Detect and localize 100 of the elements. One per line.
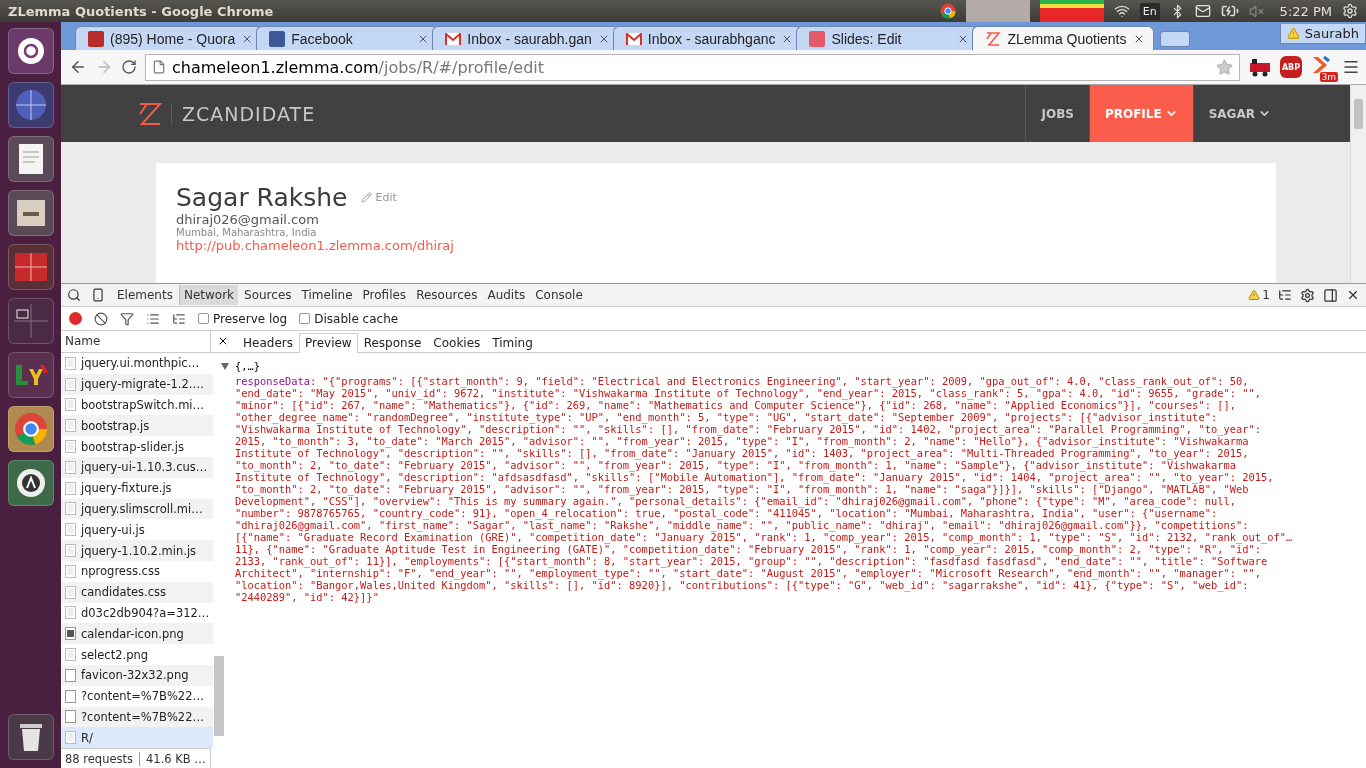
favicon-icon: [269, 30, 286, 47]
code-line: Development", "CSS"], "overview": "This is my summary again.", "personal_details": {"email_id": "dhiraj026@gmail.com", "phone": {"type": "M", "area_code": null,: [235, 495, 1237, 507]
detail-tab[interactable]: Response: [357, 333, 428, 353]
code-line: "{"programs": [{"start_month": 9, "field": "Electrical and Electronics Engineering", "start_year": 2009, "gpa_out_of": 4.0, "class_rank_out_of": 50,: [322, 375, 1249, 387]
dock-icon[interactable]: [1323, 287, 1338, 303]
star-icon[interactable]: [1216, 58, 1233, 76]
property-key: responseData:: [235, 375, 317, 387]
settings-icon[interactable]: [1300, 287, 1315, 303]
grid-icon[interactable]: [7, 244, 54, 290]
adblock-button[interactable]: ABP: [1280, 56, 1302, 78]
clear-icon[interactable]: [94, 311, 108, 326]
code-line: [{"name": "Graduate Record Examination (GRE)", "competition_date": "January 2015", "rank": 1, "comp_year": 2015, "comp_month": 1, "type": "S", "id": 2132, "rank_out_of"…: [235, 531, 1294, 543]
warning-icon: [1248, 289, 1261, 301]
request-row[interactable]: favicon-32x32.png: [61, 664, 214, 686]
record-button[interactable]: [69, 312, 82, 325]
favicon-icon: [88, 30, 104, 47]
brand-name[interactable]: ZCANDIDATE: [171, 102, 316, 125]
muted-speaker-icon[interactable]: [1248, 3, 1264, 19]
trash-icon[interactable]: [7, 714, 54, 760]
devtools-tab[interactable]: Timeline: [297, 285, 357, 305]
favicon-icon: [809, 30, 826, 47]
close-icon[interactable]: [217, 335, 229, 347]
blank-file-icon: [65, 668, 76, 682]
detail-tab[interactable]: Preview: [298, 333, 358, 353]
warning-count[interactable]: 1: [1248, 288, 1270, 302]
cabinet-icon[interactable]: [7, 190, 54, 236]
filter-icon[interactable]: [120, 311, 134, 326]
lyx-icon[interactable]: [7, 352, 54, 398]
browser-tab[interactable]: ZLemma Quotients: [972, 26, 1155, 50]
code-line: "minor": [{"id": 267, "name": "Mathematics"}, {"id": 269, "name": "Mathematics and Computer Science"}, {"id": 268, "name": "Applied Economics"}], "courses": [],: [235, 399, 1237, 411]
keyboard-indicator[interactable]: En: [1139, 2, 1160, 20]
request-row[interactable]: candidates.css: [61, 581, 214, 603]
blank-file-icon: [65, 689, 76, 703]
address-bar[interactable]: chameleon1.zlemma.com/jobs/R/#/profile/edit: [145, 53, 1240, 81]
request-row[interactable]: jquery.slimscroll.mi…: [61, 498, 214, 520]
document-icon: [65, 648, 76, 662]
reload-icon[interactable]: [121, 59, 137, 75]
list-icon[interactable]: [146, 311, 160, 326]
devtools-tab[interactable]: Audits: [483, 285, 530, 305]
dash-icon[interactable]: [7, 28, 54, 74]
code-line: "Vishwakarma Institute of Technology", "description": "", "skills": [], "from_date": "February 2015", "id": 1402, "project_area": "Parallel Programming", "to_year":: [235, 423, 1262, 435]
document-icon: [65, 731, 76, 745]
request-row[interactable]: jquery-ui-1.10.3.cus…: [61, 457, 214, 478]
workspaces-icon[interactable]: [7, 298, 54, 344]
close-icon[interactable]: [1346, 288, 1360, 302]
devtools-tab[interactable]: Network: [178, 285, 239, 305]
document-icon: [65, 356, 76, 370]
update-icon[interactable]: [7, 460, 54, 506]
code-line: "location": "Bangor,Wales,United Kingdom", "skills": [], "id": 8920}], "contributions": [{"type": "G", "web_id": "sagarrakshe", "id": 41}, {"type": "S", "web_id":: [235, 579, 1250, 591]
code-line: Architect", "internship": "F", "end_year": "", "employment_type": "", "start_date": "August 2015", "employer": "Microsoft Research", "end_month": "", "manager": "",: [235, 567, 1262, 579]
devtools-tab[interactable]: Elements: [113, 285, 177, 305]
search-icon[interactable]: [67, 288, 81, 302]
code-line: "end_date": "May 2015", "univ_id": 9672, "institute": "Vishwakarma Institute of Technology", "end_year": 2015, "class_rank": 5, "gpa": 4.0, "id": 9655, "grade": "",: [235, 387, 1262, 399]
z-logo-icon: [985, 30, 1002, 47]
devtools-tab[interactable]: Profiles: [358, 285, 411, 305]
mail-icon[interactable]: [1194, 3, 1211, 19]
request-row[interactable]: bootstrap.js: [61, 415, 214, 437]
waterfall-icon[interactable]: [172, 311, 186, 326]
detail-tab[interactable]: Headers: [237, 333, 299, 353]
browser-icon[interactable]: [7, 406, 54, 452]
phone-icon[interactable]: [91, 288, 105, 302]
request-row[interactable]: calendar-icon.png: [61, 623, 214, 645]
browser-icon[interactable]: [939, 3, 956, 19]
new-tab-button[interactable]: [1160, 31, 1191, 47]
document-icon: [65, 481, 76, 495]
detail-tab[interactable]: Timing: [486, 333, 539, 353]
document-icon: [65, 585, 76, 599]
document-icon: [65, 544, 76, 558]
nav-item[interactable]: SAGAR: [1192, 85, 1286, 142]
document-icon: [65, 460, 76, 474]
document-icon: [65, 606, 76, 620]
scrollbar[interactable]: [1350, 85, 1366, 283]
menu-icon[interactable]: [1342, 58, 1360, 76]
request-row[interactable]: jquery-1.10.2.min.js: [61, 540, 214, 561]
window-title: ZLemma Quotients - Google Chrome: [8, 3, 275, 19]
wifi-icon[interactable]: [1113, 3, 1130, 19]
nav-item[interactable]: JOBS: [1025, 85, 1089, 142]
calendar-icon: [65, 627, 76, 641]
expand-triangle-icon[interactable]: [221, 362, 229, 370]
preserve-log-checkbox[interactable]: Preserve log: [198, 311, 288, 326]
request-row[interactable]: jquery-migrate-1.2.…: [61, 373, 214, 395]
envelope-icon: [445, 32, 462, 45]
blank-file-icon: [65, 710, 76, 724]
disable-cache-checkbox[interactable]: Disable cache: [299, 311, 399, 326]
code-line: "2440289", "id": 42}]}": [235, 591, 380, 603]
devtools-tab[interactable]: Sources: [240, 285, 296, 305]
request-row[interactable]: ?content=%7B%22…: [61, 706, 214, 728]
train-icon[interactable]: [1248, 57, 1272, 77]
warning-icon: [1286, 27, 1300, 40]
back-icon[interactable]: [69, 58, 87, 76]
profile-button[interactable]: Saurabh: [1279, 24, 1366, 44]
notepad-icon[interactable]: [7, 136, 54, 182]
request-row[interactable]: R/: [61, 727, 214, 749]
clock[interactable]: 5:22 PM: [1279, 3, 1332, 19]
devtools-tab[interactable]: Console: [531, 285, 587, 305]
z-logo-icon[interactable]: [137, 101, 163, 126]
console-drawer-icon[interactable]: [1278, 288, 1292, 302]
detail-tab[interactable]: Cookies: [427, 333, 487, 353]
document-icon: [65, 440, 76, 454]
devtools-tab[interactable]: Resources: [412, 285, 482, 305]
